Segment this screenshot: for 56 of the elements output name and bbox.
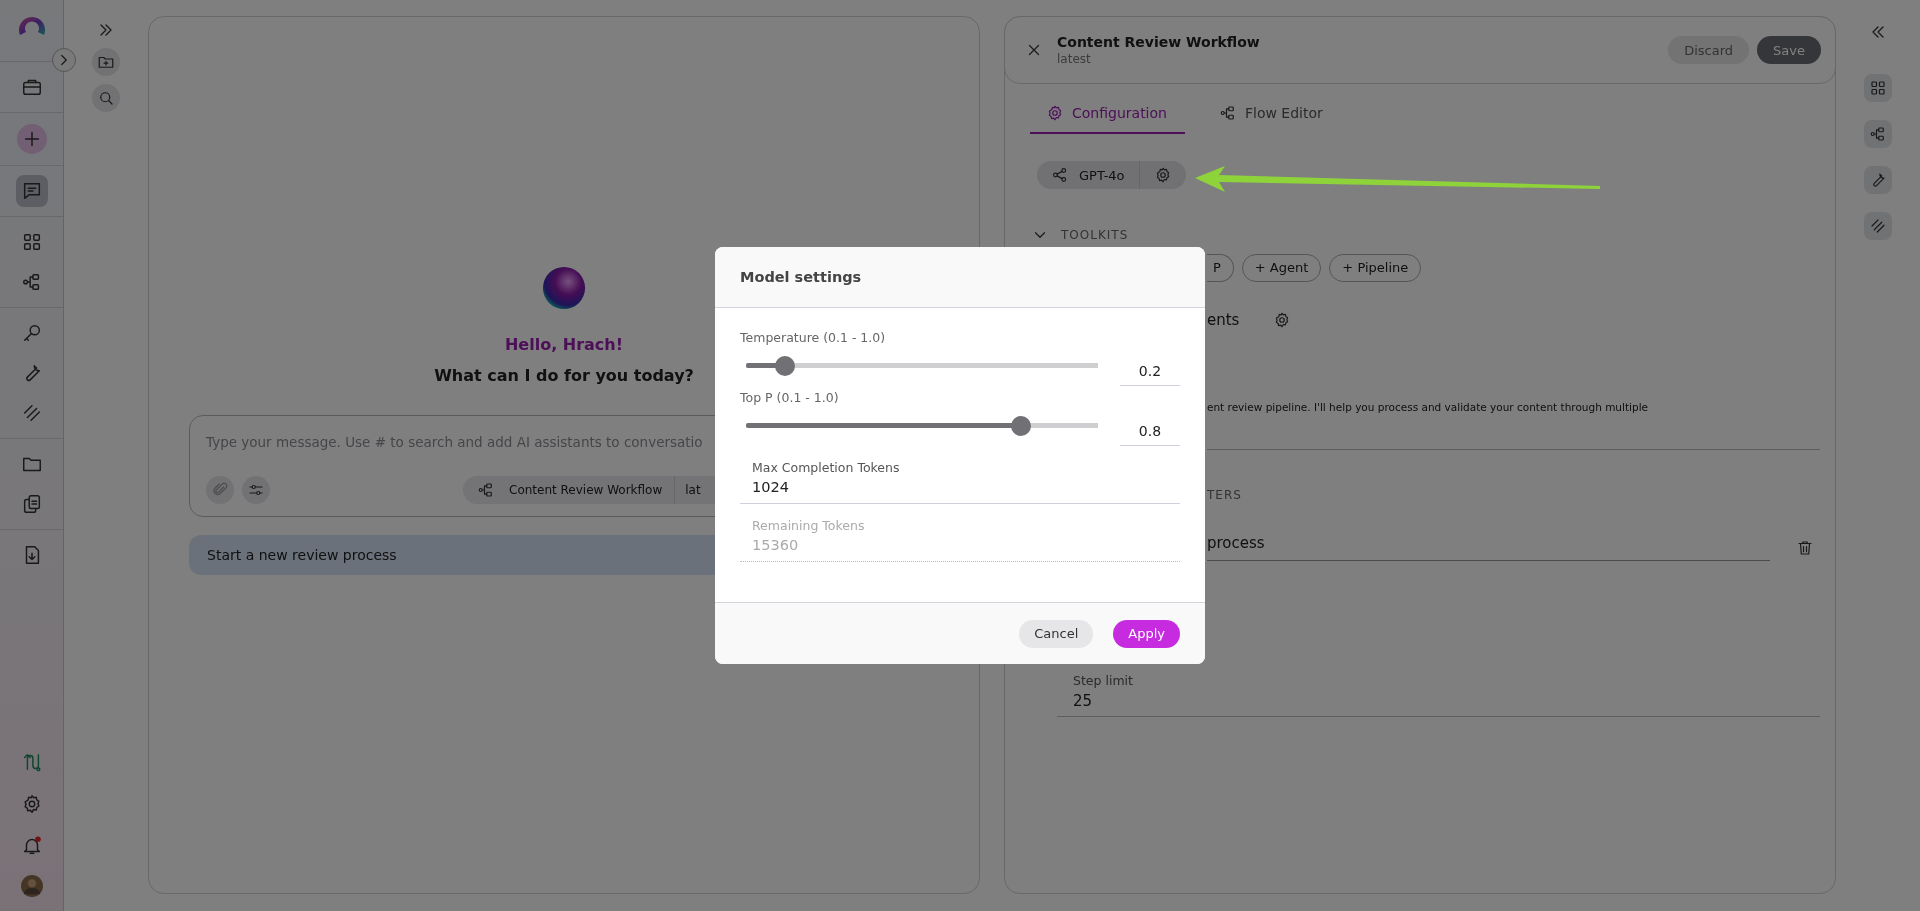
- attach-button[interactable]: [206, 476, 234, 504]
- model-selector[interactable]: GPT-4o: [1037, 161, 1186, 189]
- slider-label: Top P (0.1 - 1.0): [740, 390, 840, 405]
- layers-button[interactable]: [1864, 212, 1892, 240]
- field-value: 15360: [752, 537, 800, 553]
- flow-icon: [1869, 125, 1887, 143]
- starter-field[interactable]: process: [1207, 534, 1770, 561]
- header-button[interactable]: Save: [1757, 36, 1821, 64]
- search-button[interactable]: [92, 84, 120, 112]
- section-heading: TERS: [1207, 488, 1243, 502]
- model-name: GPT-4o: [1079, 167, 1125, 183]
- assistant-orb-icon: [541, 265, 587, 311]
- section-heading: TOOLKITS: [1061, 228, 1129, 242]
- instructions-text: ent review pipeline. I'll help you process and validate your content through multiple: [1207, 401, 1820, 450]
- agent-name: Content Review Workflow: [509, 476, 676, 504]
- wrench-button[interactable]: [1864, 166, 1892, 194]
- expand-sidebar-button[interactable]: [52, 48, 76, 72]
- sidebar-item[interactable]: [15, 175, 48, 207]
- field-label: Remaining Tokens: [752, 518, 866, 533]
- greeting: Hello, Hrach!: [504, 335, 624, 354]
- field-label: Max Completion Tokens: [752, 460, 901, 475]
- grid-button[interactable]: [1864, 74, 1892, 102]
- tab-label: Flow Editor: [1244, 105, 1323, 121]
- apply-button[interactable]: Apply: [1113, 619, 1180, 648]
- agent-title: Content Review Workflow: [1057, 34, 1260, 50]
- layers-icon: [1869, 217, 1887, 235]
- flow-icon: [1218, 104, 1237, 122]
- value-field[interactable]: 0.2: [1120, 353, 1180, 386]
- step-limit-field[interactable]: Step limit 25: [1057, 673, 1820, 717]
- prompt-heading: What can I do for you today?: [434, 366, 694, 385]
- field-label: Step limit: [1073, 673, 1134, 688]
- settings-sliders-button[interactable]: [242, 476, 270, 504]
- delete-icon[interactable]: [1796, 538, 1814, 557]
- tab-label: Configuration: [1072, 105, 1167, 121]
- tab[interactable]: Flow Editor: [1202, 96, 1341, 134]
- slider-label: Temperature (0.1 - 1.0): [740, 330, 887, 345]
- search-icon: [97, 89, 115, 107]
- field-value: 25: [1073, 692, 1094, 710]
- tab[interactable]: Configuration: [1030, 96, 1185, 134]
- field-value: 1024: [752, 479, 790, 495]
- section-label: ents: [1207, 311, 1240, 329]
- agent-version: lat: [684, 482, 701, 499]
- value-field[interactable]: 0.8: [1120, 413, 1180, 446]
- new-folder-button[interactable]: [92, 48, 120, 76]
- new-chat-button[interactable]: [16, 124, 47, 154]
- dialog-title: Model settings: [740, 269, 862, 285]
- gear-icon: [1046, 104, 1064, 122]
- flow-button[interactable]: [1864, 120, 1892, 148]
- cancel-button[interactable]: Cancel: [1019, 619, 1094, 648]
- number-field[interactable]: Max Completion Tokens 1024: [740, 452, 1180, 504]
- placeholder: Type your message. Use # to search and add AI assistants to conversatio: [206, 434, 704, 450]
- flow-icon: [477, 481, 495, 499]
- agent-version: latest: [1057, 52, 1092, 66]
- share-icon: [1051, 166, 1069, 184]
- grid-icon: [1869, 79, 1887, 97]
- avatar[interactable]: [20, 875, 43, 897]
